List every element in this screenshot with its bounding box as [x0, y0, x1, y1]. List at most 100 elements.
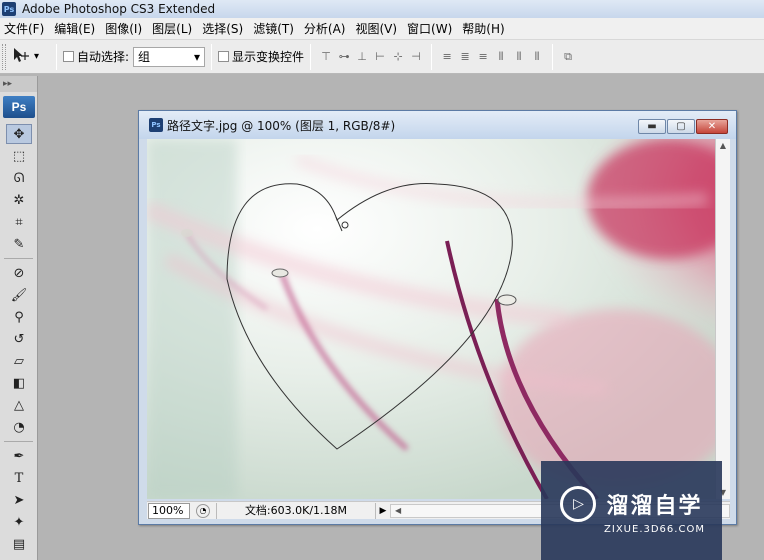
- show-transform-label: 显示变换控件: [232, 50, 305, 64]
- notes-tool-icon[interactable]: ▤: [6, 534, 32, 554]
- align-vcenter-icon[interactable]: ⊶: [337, 49, 351, 65]
- toolbox-header[interactable]: ▸▸: [0, 76, 37, 92]
- menu-view[interactable]: 视图(V): [350, 18, 402, 40]
- photoshop-document-icon: Ps: [149, 118, 163, 132]
- menu-filter[interactable]: 滤镜(T): [248, 18, 299, 40]
- watermark-row: ▷ 溜溜自学: [560, 486, 702, 522]
- marquee-tool-icon[interactable]: ⬚: [6, 146, 32, 166]
- watermark-url: ZIXUE.3D66.COM: [604, 524, 705, 535]
- magic-wand-icon[interactable]: ✲: [6, 190, 32, 210]
- brush-tool-icon[interactable]: 🖌: [6, 285, 32, 305]
- align-bottom-icon[interactable]: ⊥: [355, 49, 369, 65]
- distribute-top-icon[interactable]: ≡: [440, 49, 454, 65]
- menu-file[interactable]: 文件(F): [0, 18, 49, 40]
- align-top-icon[interactable]: ⊤: [319, 49, 333, 65]
- maximize-button[interactable]: ▢: [667, 119, 695, 134]
- anther: [271, 268, 289, 278]
- flower-photo: [147, 139, 715, 499]
- distribute-left-icon[interactable]: ⦀: [494, 49, 508, 65]
- distribute-bottom-icon[interactable]: ≡: [476, 49, 490, 65]
- distribute-right-icon[interactable]: ⦀: [530, 49, 544, 65]
- window-controls: ▬ ▢ ✕: [637, 119, 728, 134]
- blur-tool-icon[interactable]: △: [6, 395, 32, 415]
- pen-tool-icon[interactable]: ✒: [6, 446, 32, 466]
- status-info-icon[interactable]: ◔: [196, 503, 210, 518]
- tool-preset-picker[interactable]: ▾: [12, 46, 50, 67]
- toolbox-separator: [4, 441, 33, 442]
- healing-brush-icon[interactable]: ⊘: [6, 263, 32, 283]
- align-buttons: ⊤ ⊶ ⊥ ⊢ ⊹ ⊣ ≡ ≣ ≡ ⦀ ⦀ ⦀ ⧉: [317, 43, 577, 70]
- zoom-field[interactable]: 100%: [148, 502, 190, 519]
- scroll-up-icon[interactable]: ▲: [720, 141, 726, 150]
- menu-bar: 文件(F) 编辑(E) 图像(I) 图层(L) 选择(S) 滤镜(T) 分析(A…: [0, 18, 764, 40]
- close-button[interactable]: ✕: [696, 119, 728, 134]
- anther: [497, 294, 517, 306]
- separator: [431, 43, 433, 70]
- vertical-scrollbar[interactable]: ▲ ▼: [715, 139, 730, 499]
- auto-select-dropdown[interactable]: 组 ▾: [133, 46, 206, 67]
- options-grip[interactable]: [2, 43, 6, 70]
- path-selection-icon[interactable]: ➤: [6, 490, 32, 510]
- dodge-tool-icon[interactable]: ◔: [6, 417, 32, 437]
- toolbox-separator: [4, 258, 33, 259]
- toolbox: ▸▸ Ps ✥ ⬚ ᘏ ✲ ⌗ ✎ ⊘ 🖌 ⚲ ↺ ▱ ◧ △ ◔ ✒ T ➤ ✦ ▤: [0, 76, 38, 560]
- move-tool-preset-icon: [12, 46, 30, 67]
- lasso-tool-icon[interactable]: ᘏ: [6, 168, 32, 188]
- restore-icon: ▢: [676, 121, 686, 132]
- separator: [552, 43, 554, 70]
- close-icon: ✕: [707, 121, 717, 132]
- separator: [211, 43, 213, 70]
- scroll-left-icon[interactable]: ◀: [395, 506, 401, 515]
- move-tool-icon[interactable]: ✥: [6, 124, 32, 144]
- distribute-hcenter-icon[interactable]: ⦀: [512, 49, 526, 65]
- distribute-vcenter-icon[interactable]: ≣: [458, 49, 472, 65]
- chevron-down-icon: ▾: [194, 49, 201, 64]
- status-menu-arrow-icon[interactable]: ▶: [376, 506, 390, 516]
- path-anchor-point[interactable]: [341, 221, 349, 229]
- document-title: 路径文字.jpg @ 100% (图层 1, RGB/8#): [167, 118, 396, 133]
- crop-tool-icon[interactable]: ⌗: [6, 212, 32, 232]
- eraser-tool-icon[interactable]: ▱: [6, 351, 32, 371]
- menu-analysis[interactable]: 分析(A): [299, 18, 351, 40]
- menu-help[interactable]: 帮助(H): [457, 18, 509, 40]
- align-left-icon[interactable]: ⊢: [373, 49, 387, 65]
- auto-select-checkbox[interactable]: 自动选择:: [63, 48, 129, 65]
- custom-shape-icon[interactable]: ✦: [6, 512, 32, 532]
- menu-select[interactable]: 选择(S): [197, 18, 248, 40]
- watermark-name: 溜溜自学: [606, 494, 703, 519]
- minimize-button[interactable]: ▬: [638, 119, 666, 134]
- photoshop-logo-icon: Ps: [2, 2, 16, 16]
- play-logo-icon: ▷: [560, 486, 597, 522]
- slice-tool-icon[interactable]: ✎: [6, 234, 32, 254]
- menu-edit[interactable]: 编辑(E): [49, 18, 100, 40]
- show-transform-checkbox[interactable]: 显示变换控件: [218, 48, 304, 65]
- chevron-down-icon: ▾: [34, 51, 40, 62]
- options-bar: ▾ 自动选择: 组 ▾ 显示变换控件 ⊤ ⊶ ⊥ ⊢ ⊹ ⊣ ≡ ≣ ≡ ⦀ ⦀ ⦀ ⧉: [0, 40, 764, 74]
- photoshop-badge[interactable]: Ps: [3, 96, 35, 118]
- checkbox-box[interactable]: [63, 51, 74, 62]
- auto-select-value: 组: [138, 50, 151, 64]
- watermark: ▷ 溜溜自学 ZIXUE.3D66.COM: [541, 461, 722, 560]
- align-hcenter-icon[interactable]: ⊹: [391, 49, 405, 65]
- checkbox-box[interactable]: [218, 51, 230, 62]
- minimize-icon: ▬: [647, 121, 657, 132]
- menu-image[interactable]: 图像(I): [100, 18, 147, 40]
- auto-select-label: 自动选择:: [77, 50, 130, 64]
- anther: [181, 229, 193, 237]
- document-titlebar[interactable]: Ps 路径文字.jpg @ 100% (图层 1, RGB/8#) ▬ ▢ ✕: [139, 111, 736, 139]
- app-title: Adobe Photoshop CS3 Extended: [22, 2, 216, 16]
- type-tool-icon[interactable]: T: [6, 468, 32, 488]
- app-titlebar: Ps Adobe Photoshop CS3 Extended: [0, 0, 764, 18]
- history-brush-icon[interactable]: ↺: [6, 329, 32, 349]
- clone-stamp-icon[interactable]: ⚲: [6, 307, 32, 327]
- paint-bucket-icon[interactable]: ◧: [6, 373, 32, 393]
- separator: [56, 43, 57, 70]
- image-canvas[interactable]: [147, 139, 715, 499]
- menu-layer[interactable]: 图层(L): [147, 18, 197, 40]
- align-right-icon[interactable]: ⊣: [409, 49, 423, 65]
- menu-window[interactable]: 窗口(W): [402, 18, 457, 40]
- tool-list: ✥ ⬚ ᘏ ✲ ⌗ ✎ ⊘ 🖌 ⚲ ↺ ▱ ◧ △ ◔ ✒ T ➤ ✦ ▤: [0, 124, 37, 554]
- separator: [310, 43, 312, 70]
- auto-align-icon[interactable]: ⧉: [561, 49, 575, 65]
- document-info: 文档:603.0K/1.18M: [216, 502, 376, 519]
